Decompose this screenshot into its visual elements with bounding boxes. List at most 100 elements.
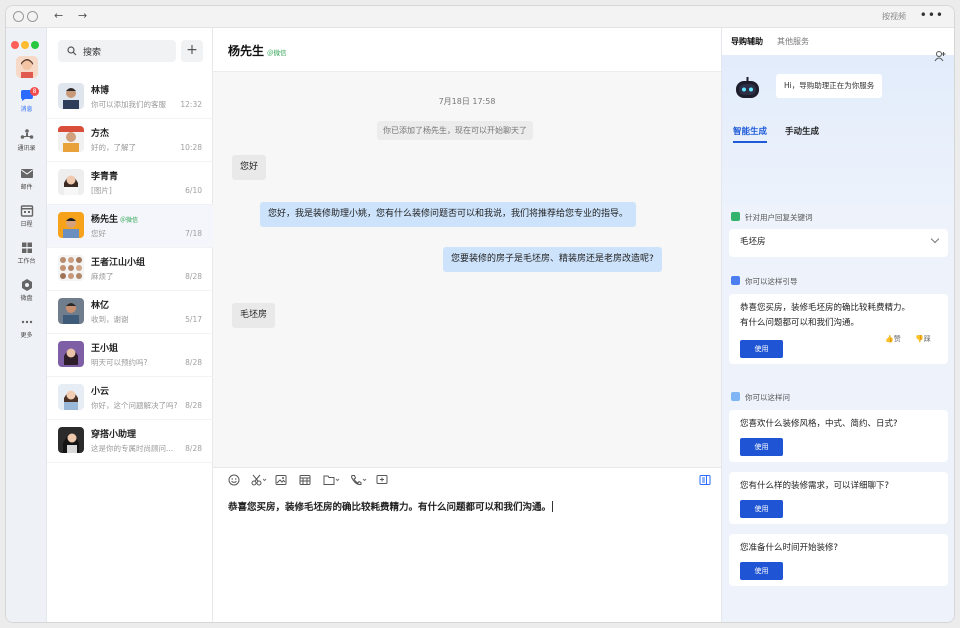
- minimize-dot-icon[interactable]: [21, 41, 29, 49]
- conversation-preview: 您好: [91, 229, 106, 238]
- search-input[interactable]: 搜索: [58, 40, 176, 62]
- use-button[interactable]: 使用: [740, 438, 783, 456]
- tab-other-services[interactable]: 其他服务: [777, 36, 809, 47]
- conversation-list: 搜索 + 林博 你可以添加我们的客服 12:32 方杰 好的，了解了 10:28…: [47, 28, 213, 622]
- zoom-dot-icon[interactable]: [31, 41, 39, 49]
- mode-smart-generate[interactable]: 智能生成: [733, 125, 767, 137]
- scissors-icon[interactable]: [251, 474, 267, 486]
- message-timestamp: 7月18日 17:58: [438, 97, 496, 106]
- folder-icon[interactable]: [323, 474, 341, 486]
- history-panel-icon[interactable]: [699, 474, 711, 486]
- avatar: [58, 126, 84, 152]
- message-input-text: 恭喜您买房，装修毛坯房的确比较耗费精力。有什么问题都可以和我们沟通。: [228, 502, 552, 513]
- question-text: 您有什么样的装修需求，可以详细聊下?: [740, 481, 890, 491]
- forward-arrow-icon[interactable]: →: [78, 9, 87, 22]
- rail-item-contacts[interactable]: 通讯录: [6, 129, 47, 152]
- close-dot-icon[interactable]: [11, 41, 19, 49]
- emoji-icon[interactable]: [228, 474, 240, 486]
- assistant-tabs: 导购辅助 其他服务: [722, 28, 954, 55]
- use-button[interactable]: 使用: [740, 500, 783, 518]
- conversation-time: 6/10: [185, 186, 202, 195]
- conversation-item[interactable]: 林亿 收到，谢谢 5/17: [47, 291, 213, 334]
- avatar: [58, 212, 84, 238]
- dislike-button[interactable]: 👎踩: [915, 334, 931, 344]
- screen-share-icon[interactable]: [376, 474, 388, 486]
- question-card: 您准备什么时间开始装修? 使用: [729, 534, 948, 586]
- more-menu-icon[interactable]: •••: [920, 8, 944, 22]
- conversation-name: 林亿: [91, 301, 110, 311]
- calendar-icon[interactable]: [299, 474, 311, 486]
- grid-icon: [21, 242, 32, 253]
- conversation-time: 7/18: [185, 229, 202, 238]
- message-bubble-outgoing: 您好，我是装修助理小姚，您有什么装修问题否可以和我说，我们将推荐给您专业的指导。: [260, 202, 637, 227]
- conversation-name: 穿搭小助理: [91, 430, 137, 440]
- user-avatar[interactable]: [16, 56, 38, 78]
- add-button[interactable]: +: [181, 40, 203, 62]
- rail-label: 工作台: [17, 258, 36, 265]
- keyword-value: 毛坯房: [740, 237, 766, 247]
- rail-label: 通讯录: [17, 145, 36, 152]
- conversation-time: 8/28: [185, 444, 202, 453]
- rail-label: 日程: [20, 221, 33, 228]
- thumbs-down-icon: 👎: [915, 335, 924, 343]
- robot-icon: [736, 77, 759, 98]
- unread-badge: 8: [30, 87, 39, 96]
- conversation-preview: 好的，了解了: [91, 143, 136, 152]
- rail-item-drive[interactable]: 微盘: [6, 279, 47, 302]
- message-composer[interactable]: 恭喜您买房，装修毛坯房的确比较耗费精力。有什么问题都可以和我们沟通。: [213, 467, 721, 622]
- window-control-icon[interactable]: [27, 11, 38, 22]
- chat-panel: 杨先生 ＠微信 7月18日 17:58 你已添加了杨先生，现在可以开始聊天了 您好…: [213, 28, 721, 622]
- conversation-item-selected[interactable]: 杨先生 ＠微信 您好 7/18: [47, 205, 213, 248]
- keyword-select[interactable]: 毛坯房: [729, 229, 948, 257]
- question-text: 您准备什么时间开始装修?: [740, 543, 839, 553]
- titlebar-title: 按视频: [882, 12, 906, 21]
- conversation-item[interactable]: 林博 你可以添加我们的客服 12:32: [47, 76, 213, 119]
- conversation-name: 王者江山小组: [91, 258, 146, 268]
- use-button[interactable]: 使用: [740, 562, 783, 580]
- calendar-icon: [20, 205, 33, 217]
- rail-item-mail[interactable]: 邮件: [6, 168, 47, 191]
- conversation-time: 12:32: [180, 100, 202, 109]
- assistant-hero: Hi，导购助理正在为你服务 智能生成 手动生成: [722, 55, 954, 225]
- tab-shopping-guide[interactable]: 导购辅助: [731, 36, 763, 47]
- rail-item-messages[interactable]: 8 消息: [6, 87, 47, 113]
- guide-suggestion-card: 恭喜您买房，装修毛坯房的确比较耗费精力。 有什么问题都可以和我们沟通。 使用 👍…: [729, 294, 948, 364]
- conversation-name: 杨先生 ＠微信: [91, 215, 139, 225]
- conversation-time: 5/17: [185, 315, 202, 324]
- title-bar: ← → 按视频 •••: [6, 6, 954, 28]
- rail-label: 更多: [20, 332, 33, 339]
- use-button[interactable]: 使用: [740, 340, 783, 358]
- conversation-time: 10:28: [180, 143, 202, 152]
- mode-manual-generate[interactable]: 手动生成: [785, 125, 819, 137]
- add-member-icon[interactable]: [934, 50, 946, 62]
- search-icon: [67, 46, 77, 56]
- avatar: [58, 427, 84, 453]
- system-notice: 你已添加了杨先生，现在可以开始聊天了: [377, 121, 533, 140]
- conversation-preview: 明天可以预约吗?: [91, 358, 148, 367]
- rail-item-workbench[interactable]: 工作台: [6, 242, 47, 265]
- like-button[interactable]: 👍赞: [885, 334, 901, 344]
- conversation-item[interactable]: 王小姐 明天可以预约吗? 8/28: [47, 334, 213, 377]
- guide-text-line: 有什么问题都可以和我们沟通。: [740, 318, 860, 328]
- rail-item-more[interactable]: 更多: [6, 316, 47, 339]
- back-arrow-icon[interactable]: ←: [54, 9, 63, 22]
- conversation-item[interactable]: 方杰 好的，了解了 10:28: [47, 119, 213, 162]
- message-list: 7月18日 17:58 你已添加了杨先生，现在可以开始聊天了 您好 您好，我是装…: [213, 72, 721, 467]
- conversation-item[interactable]: 李青青 [图片] 6/10: [47, 162, 213, 205]
- avatar: [58, 169, 84, 195]
- chat-header: 杨先生 ＠微信: [213, 28, 721, 72]
- rail-item-calendar[interactable]: 日程: [6, 205, 47, 228]
- conversation-item[interactable]: 王者江山小组 麻烦了 8/28: [47, 248, 213, 291]
- window-control-icon[interactable]: [13, 11, 24, 22]
- conversation-item[interactable]: 小云 你好，这个问题解决了吗? 8/28: [47, 377, 213, 420]
- rail-label: 微盘: [20, 295, 33, 302]
- conversation-item[interactable]: 穿搭小助理 这是你的专属时尚顾问... 8/28: [47, 420, 213, 463]
- nav-rail: 8 消息 通讯录 邮件 日程 工作台 微盘 更多: [6, 28, 47, 622]
- image-icon[interactable]: [275, 474, 287, 486]
- conversation-name: 方杰: [91, 129, 110, 139]
- phone-icon[interactable]: [350, 474, 368, 486]
- assistant-panel: 导购辅助 其他服务 Hi，导购助理正在为你服务 智能生成 手动生成 针对用户回复…: [721, 28, 954, 622]
- message-bubble-incoming: 毛坯房: [232, 303, 276, 328]
- message-input[interactable]: 恭喜您买房，装修毛坯房的确比较耗费精力。有什么问题都可以和我们沟通。: [228, 499, 554, 513]
- rail-label: 消息: [20, 106, 33, 113]
